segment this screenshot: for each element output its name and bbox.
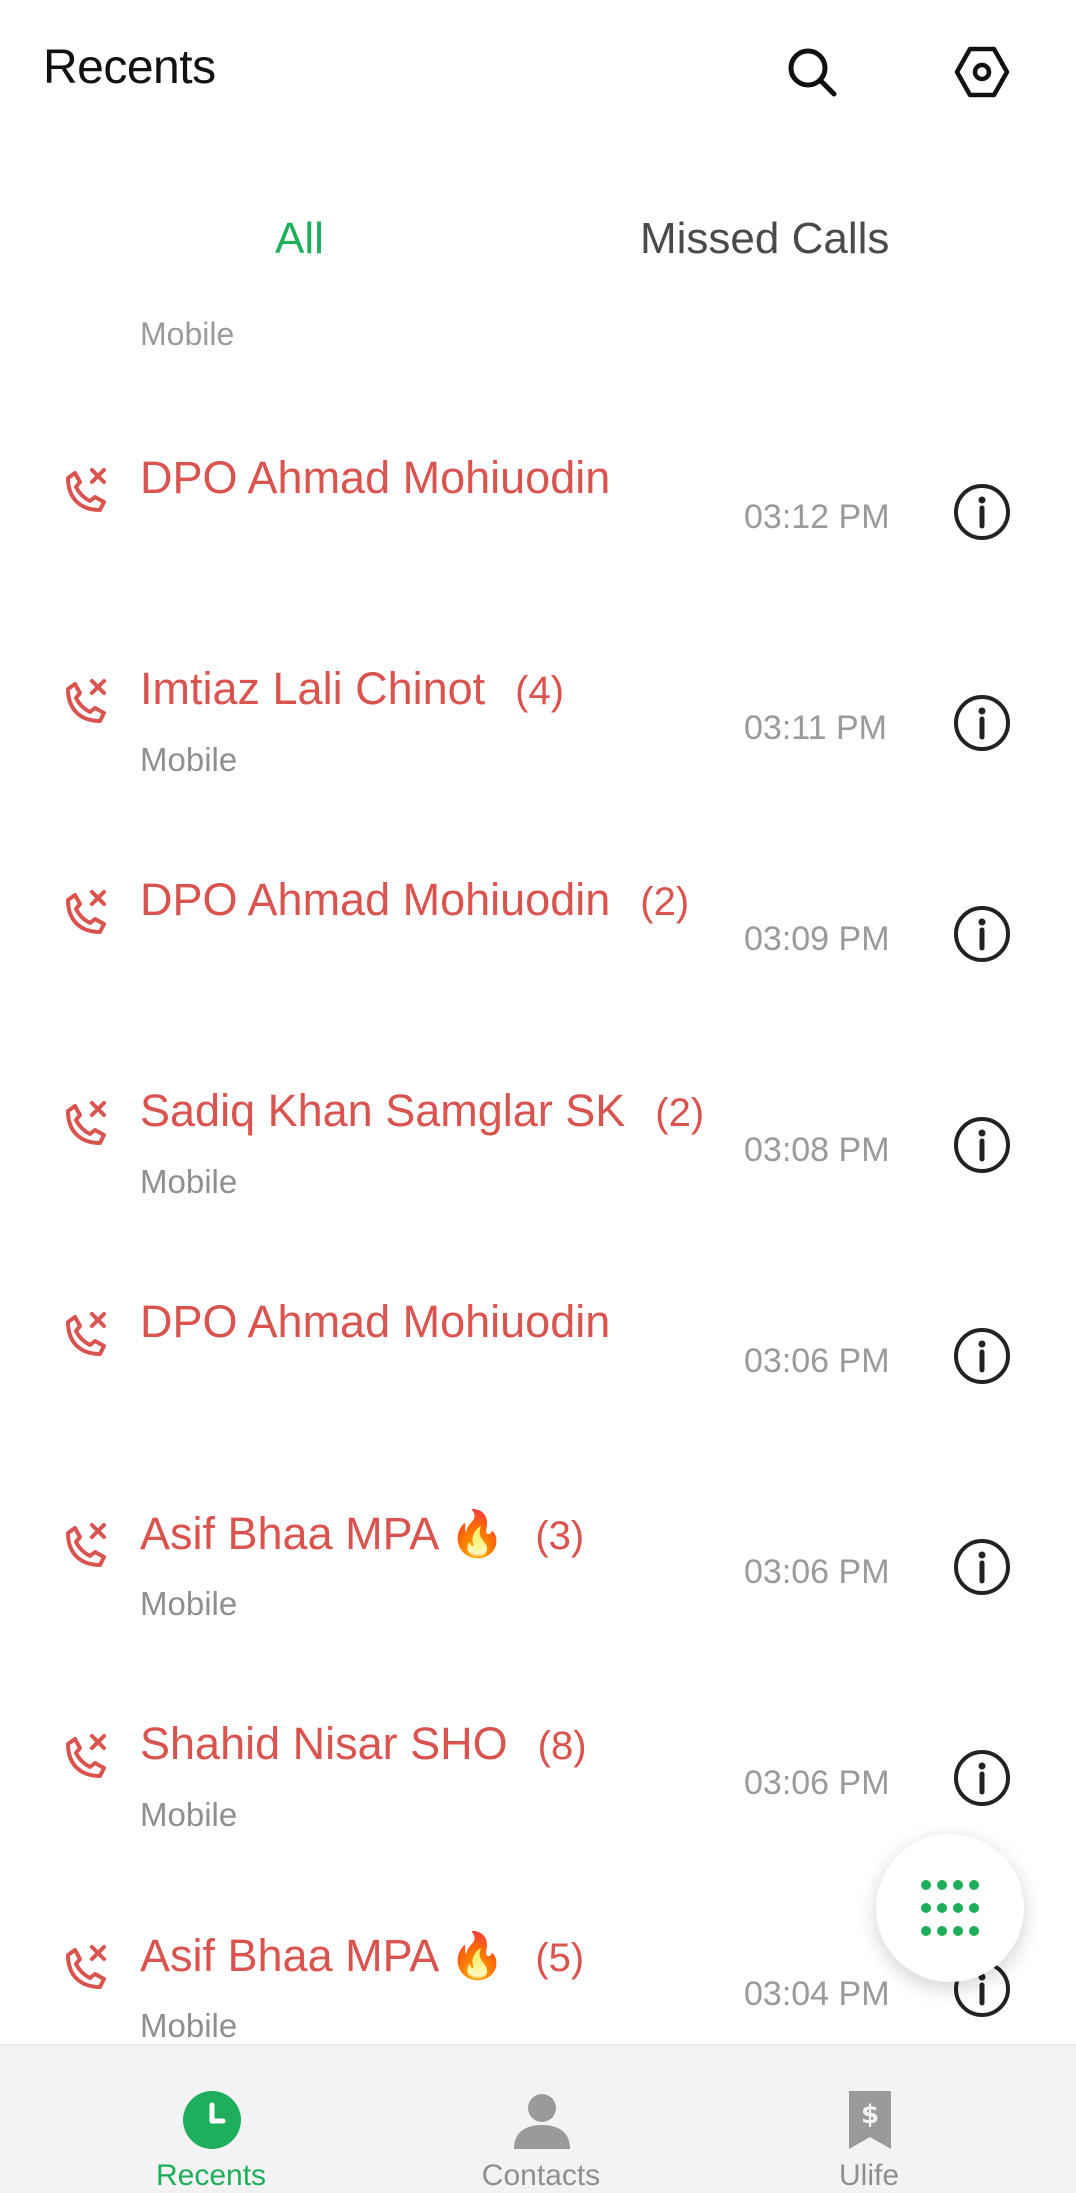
app-header: Recents [0,0,1076,140]
call-count: (8) [537,1724,587,1768]
nav-ulife[interactable]: $ Ulife [690,2045,1048,2193]
call-number-type: Mobile [140,741,238,778]
contact-name: Sadiq Khan Samglar SK [140,1085,626,1136]
call-row[interactable]: DPO Ahmad Mohiuodin 03:06 PM [0,1244,1076,1454]
info-icon[interactable] [952,482,1012,542]
nav-contacts[interactable]: Contacts [362,2045,720,2193]
call-row[interactable]: DPO Ahmad Mohiuodin 03:12 PM [0,400,1076,610]
call-time: 03:06 PM [744,1342,890,1380]
tab-all[interactable]: All [275,214,324,264]
call-time: 03:09 PM [744,920,890,958]
contact-name: DPO Ahmad Mohiuodin [140,452,611,503]
call-count: (3) [535,1514,585,1558]
info-icon[interactable] [952,1115,1012,1175]
contact-name: Asif Bhaa MPA 🔥 [140,1508,506,1559]
tab-bar: All Missed Calls [0,200,1076,290]
nav-recents-label: Recents [155,2159,267,2192]
wallet-icon: $ [849,2091,891,2149]
missed-call-icon [66,1945,106,1989]
contact-name: Shahid Nisar SHO [140,1718,508,1769]
call-row[interactable]: DPO Ahmad Mohiuodin (2) 03:09 PM [0,822,1076,1032]
contact-name: DPO Ahmad Mohiuodin [140,874,611,925]
svg-text:$: $ [861,2100,879,2130]
call-time: 03:11 PM [744,709,888,747]
call-time: 03:06 PM [744,1553,890,1591]
settings-icon [954,46,1010,98]
call-time: 03:08 PM [744,1131,890,1169]
call-number-type: Mobile [140,1163,238,1200]
call-time: 03:12 PM [744,498,890,536]
missed-call-icon [66,679,106,723]
missed-call-icon [66,1101,106,1145]
contact-name: Asif Bhaa MPA 🔥 [140,1930,506,1981]
call-count: (2) [640,880,690,924]
info-icon[interactable] [952,1326,1012,1386]
dialpad-icon [921,1880,979,1936]
call-list[interactable]: Mobile DPO Ahmad Mohiuodin 03:12 PM Imtiaz… [0,300,1076,2044]
missed-call-icon [66,468,106,512]
info-icon[interactable] [952,1537,1012,1597]
search-icon [788,48,837,97]
nav-contacts-label: Contacts [481,2159,601,2192]
missed-call-icon [66,1734,106,1778]
call-number-type: Mobile [140,316,235,352]
nav-recents[interactable]: Recents [32,2045,390,2193]
missed-call-icon [66,1523,106,1567]
info-icon[interactable] [952,1748,1012,1808]
info-icon[interactable] [952,904,1012,964]
call-row[interactable]: Imtiaz Lali Chinot (4) Mobile 03:11 PM [0,611,1076,821]
call-row[interactable]: Asif Bhaa MPA 🔥 (3) Mobile 03:06 PM [0,1455,1076,1665]
dialpad-button[interactable] [876,1834,1024,1982]
bottom-navigation: Recents Contacts $ Ulife [0,2044,1076,2193]
contact-name: DPO Ahmad Mohiuodin [140,1296,611,1347]
contact-name: Imtiaz Lali Chinot [140,663,486,714]
tab-missed-calls[interactable]: Missed Calls [640,214,889,264]
call-number-type: Mobile [140,2007,238,2044]
settings-button[interactable] [946,36,1018,108]
missed-call-icon [66,890,106,934]
call-time: 03:06 PM [744,1764,890,1802]
call-number-type: Mobile [140,1796,238,1833]
call-count: (5) [535,1936,585,1980]
clock-icon [183,2091,241,2149]
call-time: 03:04 PM [744,1975,890,2013]
call-row[interactable]: Sadiq Khan Samglar SK (2) Mobile 03:08 PM [0,1033,1076,1243]
info-icon[interactable] [952,693,1012,753]
page-title: Recents [43,41,216,94]
search-button[interactable] [776,36,848,108]
missed-call-icon [66,1312,106,1356]
call-count: (2) [655,1091,705,1135]
call-count: (4) [515,669,565,713]
call-number-type: Mobile [140,1585,238,1622]
person-icon [514,2094,570,2149]
nav-ulife-label: Ulife [838,2159,899,2192]
